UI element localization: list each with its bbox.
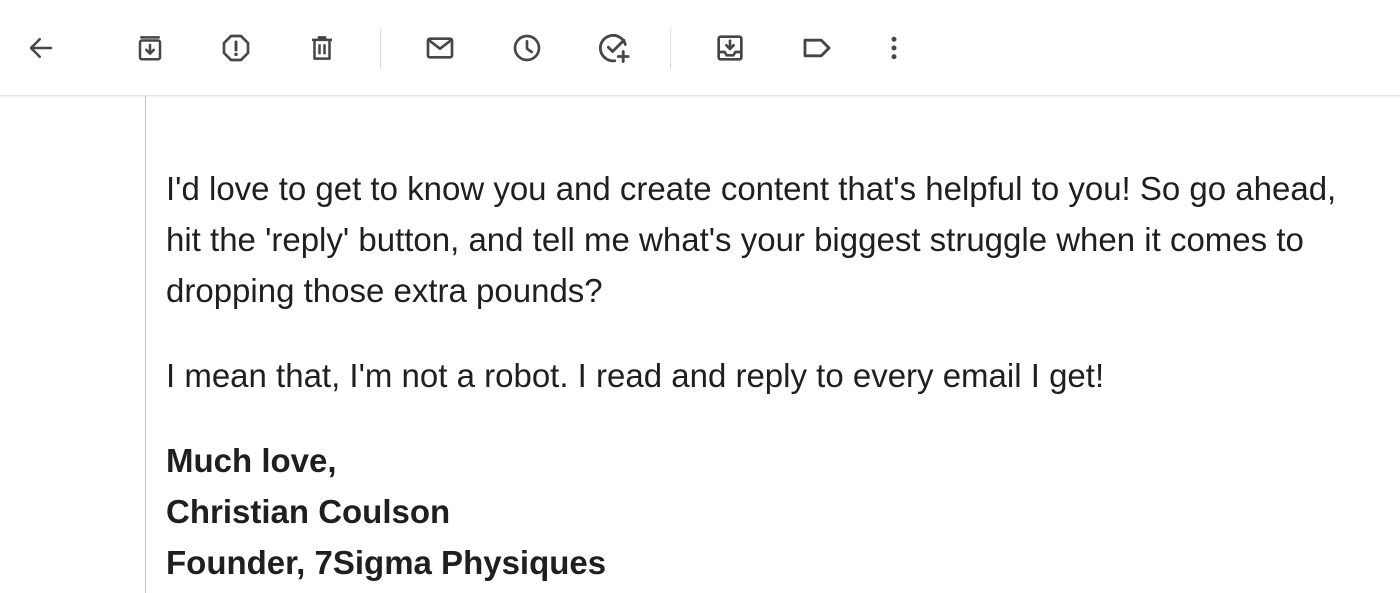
move-to-icon bbox=[717, 35, 743, 61]
email-signature: Much love, Christian Coulson Founder, 7S… bbox=[166, 435, 1366, 588]
mark-unread-button[interactable] bbox=[415, 23, 465, 73]
email-paragraph: I mean that, I'm not a robot. I read and… bbox=[166, 357, 1105, 394]
snooze-button[interactable] bbox=[502, 23, 552, 73]
back-arrow-icon bbox=[29, 38, 53, 58]
quoted-thread-line bbox=[145, 96, 146, 593]
archive-icon bbox=[138, 36, 162, 61]
label-icon bbox=[803, 38, 831, 58]
email-body: I'd love to get to know you and create c… bbox=[166, 163, 1366, 588]
move-to-button[interactable] bbox=[705, 23, 755, 73]
signature-name: Christian Coulson bbox=[166, 493, 451, 530]
more-options-button[interactable] bbox=[869, 23, 919, 73]
email-paragraph: I'd love to get to know you and create c… bbox=[166, 170, 1337, 309]
toolbar-divider bbox=[670, 29, 671, 69]
more-options-icon bbox=[891, 36, 897, 60]
snooze-icon bbox=[513, 34, 541, 62]
back-button[interactable] bbox=[16, 23, 66, 73]
add-to-tasks-icon bbox=[599, 33, 630, 63]
label-button[interactable] bbox=[792, 23, 842, 73]
archive-button[interactable] bbox=[125, 23, 175, 73]
delete-icon bbox=[312, 36, 332, 60]
signature-closing: Much love, bbox=[166, 442, 337, 479]
add-to-tasks-button[interactable] bbox=[589, 23, 639, 73]
report-spam-button[interactable] bbox=[211, 23, 261, 73]
toolbar-divider bbox=[380, 29, 381, 69]
mark-unread-icon bbox=[426, 37, 454, 59]
signature-title: Founder, 7Sigma Physiques bbox=[166, 544, 607, 581]
delete-button[interactable] bbox=[297, 23, 347, 73]
email-toolbar bbox=[0, 0, 1400, 96]
report-spam-icon bbox=[222, 34, 250, 62]
